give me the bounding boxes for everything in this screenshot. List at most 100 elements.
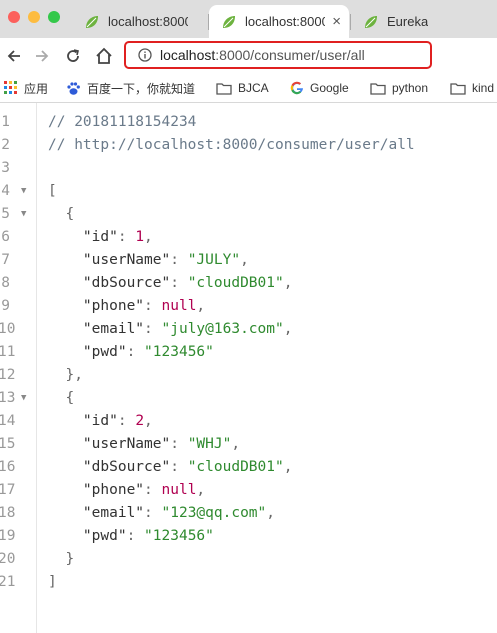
code-line: 13 ▼ { <box>0 387 497 410</box>
forward-button[interactable] <box>30 44 54 68</box>
code-line: 17 "phone": null, <box>0 479 497 502</box>
bookmark-python[interactable]: python <box>370 78 428 98</box>
code-line: 5 ▼ { <box>0 203 497 226</box>
json-viewer: 1 // 20181118154234 2 // http://localhost:… <box>0 103 497 633</box>
line-number: 9 <box>1 298 10 314</box>
code-line: 21] <box>0 571 497 594</box>
line-number: 17 <box>0 482 16 498</box>
code-line: 6 "id": 1, <box>0 226 497 249</box>
code-line: 7 "userName": "JULY", <box>0 249 497 272</box>
json-key: "id" <box>82 229 118 245</box>
json-value: "123456" <box>144 344 214 360</box>
bookmark-baidu[interactable]: 百度一下，你就知道 <box>66 78 195 98</box>
comment-timestamp: // 20181118154234 <box>48 114 197 130</box>
json-value: null <box>161 482 197 498</box>
bookmark-label: python <box>392 81 429 95</box>
code-line: 12 }, <box>0 364 497 387</box>
google-g-icon <box>290 81 303 95</box>
json-key: "dbSource" <box>82 459 171 475</box>
code-line: 14 "id": 2, <box>0 410 497 433</box>
line-number: 7 <box>1 252 10 268</box>
code-line: 9 "phone": null, <box>0 295 497 318</box>
line-number: 16 <box>0 459 16 475</box>
line-number: 2 <box>1 137 10 153</box>
zoom-window-button[interactable] <box>48 11 60 23</box>
spring-leaf-icon <box>223 15 235 28</box>
line-number: 5 <box>1 206 10 222</box>
reload-button[interactable] <box>61 44 85 68</box>
line-number: 21 <box>0 574 16 590</box>
json-key: "pwd" <box>82 528 127 544</box>
tab-localhost-1[interactable]: localhost:8000/consumer/user/all <box>72 5 208 38</box>
json-value: "123456" <box>144 528 214 544</box>
json-key: "id" <box>82 413 118 429</box>
code-line: 11 "pwd": "123456" <box>0 341 497 364</box>
folder-icon <box>216 82 232 95</box>
json-key: "email" <box>82 505 145 521</box>
tab-title: localhost:8000/consumer/user/all <box>108 14 188 29</box>
json-key: "phone" <box>82 298 145 314</box>
tab-localhost-active[interactable]: localhost:8000/consumer/user/all × <box>209 5 349 38</box>
json-value: null <box>161 298 197 314</box>
back-button[interactable] <box>2 44 26 68</box>
array-open: [ <box>48 183 57 199</box>
line-number: 13 <box>0 390 16 406</box>
fold-arrow-icon[interactable]: ▼ <box>21 387 26 410</box>
tab-bar: localhost:8000/consumer/user/all localho… <box>0 0 497 38</box>
tab-eureka[interactable]: Eureka <box>351 5 497 38</box>
url-host: localhost <box>160 47 216 63</box>
url-text: localhost:8000/consumer/user/all <box>160 47 365 63</box>
bookmark-label: 百度一下，你就知道 <box>87 81 196 96</box>
browser-toolbar: localhost:8000/consumer/user/all <box>0 38 497 74</box>
json-key: "phone" <box>82 482 145 498</box>
info-icon[interactable] <box>138 48 152 62</box>
line-number: 10 <box>0 321 16 337</box>
code-line: 20 } <box>0 548 497 571</box>
json-value: "cloudDB01" <box>187 459 284 475</box>
spring-leaf-icon <box>365 15 377 28</box>
line-number: 11 <box>0 344 16 360</box>
json-key: "dbSource" <box>82 275 171 291</box>
bookmark-google[interactable]: Google <box>290 78 349 98</box>
spring-leaf-icon <box>86 15 98 28</box>
code-line: 1 // 20181118154234 <box>0 111 497 134</box>
code-line: 4 ▼ [ <box>0 180 497 203</box>
code-line: 15 "userName": "WHJ", <box>0 433 497 456</box>
line-number: 1 <box>1 114 10 130</box>
line-number: 14 <box>0 413 16 429</box>
code-line: 10 "email": "july@163.com", <box>0 318 497 341</box>
json-value: "123@qq.com" <box>161 505 267 521</box>
close-tab-icon[interactable]: × <box>332 13 341 30</box>
json-key: "pwd" <box>82 344 127 360</box>
apps-grid-icon <box>4 81 17 94</box>
bookmark-bjca[interactable]: BJCA <box>216 78 269 98</box>
baidu-paw-icon <box>67 81 80 95</box>
code-line: 2 // http://localhost:8000/consumer/user/… <box>0 134 497 157</box>
bookmark-kind[interactable]: kind <box>450 78 494 98</box>
home-button[interactable] <box>92 44 116 68</box>
fold-arrow-icon[interactable]: ▼ <box>21 180 26 203</box>
close-window-button[interactable] <box>8 11 20 23</box>
line-number: 19 <box>0 528 16 544</box>
json-key: "email" <box>82 321 145 337</box>
json-key: "userName" <box>82 436 171 452</box>
address-bar[interactable]: localhost:8000/consumer/user/all <box>124 41 432 69</box>
home-icon <box>96 47 112 64</box>
json-value: 1 <box>135 229 145 245</box>
code-line: 8 "dbSource": "cloudDB01", <box>0 272 497 295</box>
reload-icon <box>67 49 79 62</box>
json-value: "JULY" <box>187 252 241 268</box>
json-value: 2 <box>135 413 145 429</box>
line-number: 12 <box>0 367 16 383</box>
line-number: 6 <box>1 229 10 245</box>
bookmark-apps[interactable]: 应用 <box>4 78 48 98</box>
json-value: "cloudDB01" <box>187 275 284 291</box>
tab-title: Eureka <box>387 14 429 29</box>
tab-divider <box>208 14 209 30</box>
line-number: 8 <box>1 275 10 291</box>
line-number: 4 <box>1 183 10 199</box>
fold-arrow-icon[interactable]: ▼ <box>21 203 26 226</box>
minimize-window-button[interactable] <box>28 11 40 23</box>
arrow-right-icon <box>36 50 49 62</box>
object-open: { <box>48 390 75 406</box>
